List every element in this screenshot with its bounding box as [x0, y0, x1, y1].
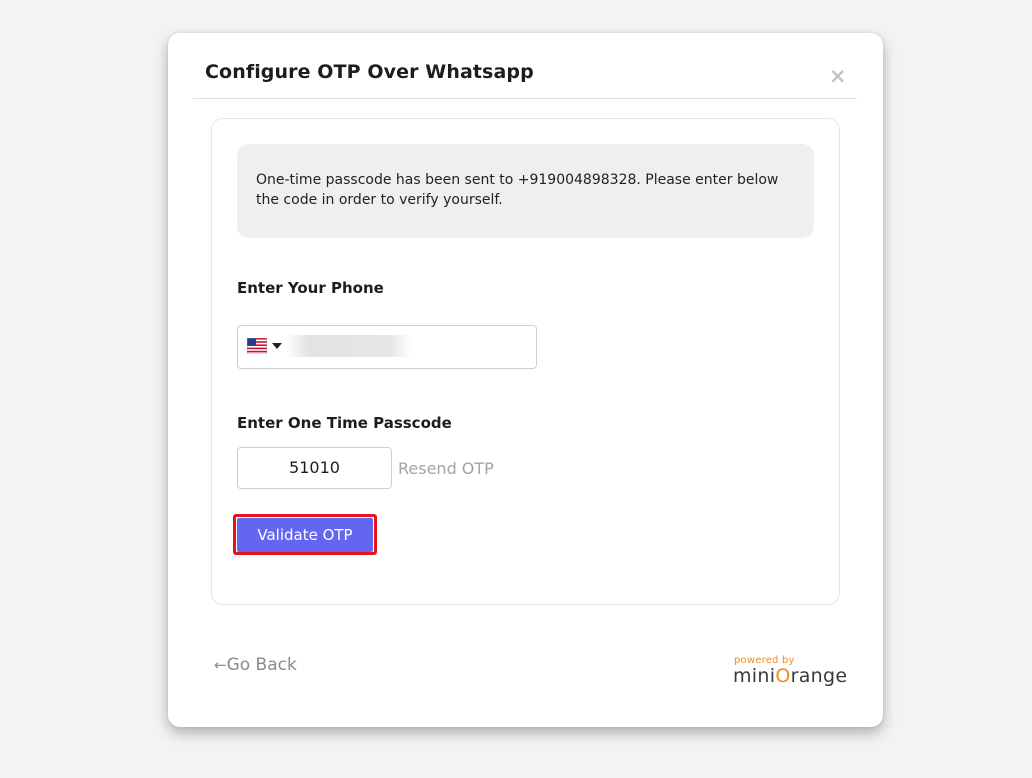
arrow-left-icon: ← [214, 656, 227, 674]
validate-otp-button[interactable]: Validate OTP [237, 518, 373, 552]
info-message: One-time passcode has been sent to +9190… [256, 172, 779, 208]
brand-o-mark-icon: O [775, 665, 791, 687]
phone-number-redacted[interactable] [286, 335, 412, 357]
info-box: One-time passcode has been sent to +9190… [237, 144, 814, 238]
phone-label: Enter Your Phone [237, 279, 384, 297]
otp-label: Enter One Time Passcode [237, 414, 452, 432]
go-back-label: Go Back [226, 655, 297, 675]
phone-input[interactable] [237, 325, 537, 369]
resend-otp-link[interactable]: Resend OTP [398, 459, 494, 478]
us-flag-icon[interactable] [247, 338, 267, 354]
otp-modal: Configure OTP Over Whatsapp × One-time p… [168, 33, 883, 727]
header-divider [193, 98, 857, 99]
close-icon[interactable]: × [829, 66, 847, 87]
brand-name-suffix: range [790, 665, 848, 687]
brand-name-prefix: mini [733, 665, 776, 687]
chevron-down-icon[interactable] [272, 343, 282, 349]
modal-title: Configure OTP Over Whatsapp [205, 61, 534, 83]
otp-card: One-time passcode has been sent to +9190… [211, 118, 840, 605]
go-back-link[interactable]: ←Go Back [214, 655, 297, 675]
otp-input[interactable]: 51010 [237, 447, 392, 489]
brand-name: miniOrange [733, 665, 847, 687]
miniorange-logo: powered by miniOrange [733, 655, 847, 689]
